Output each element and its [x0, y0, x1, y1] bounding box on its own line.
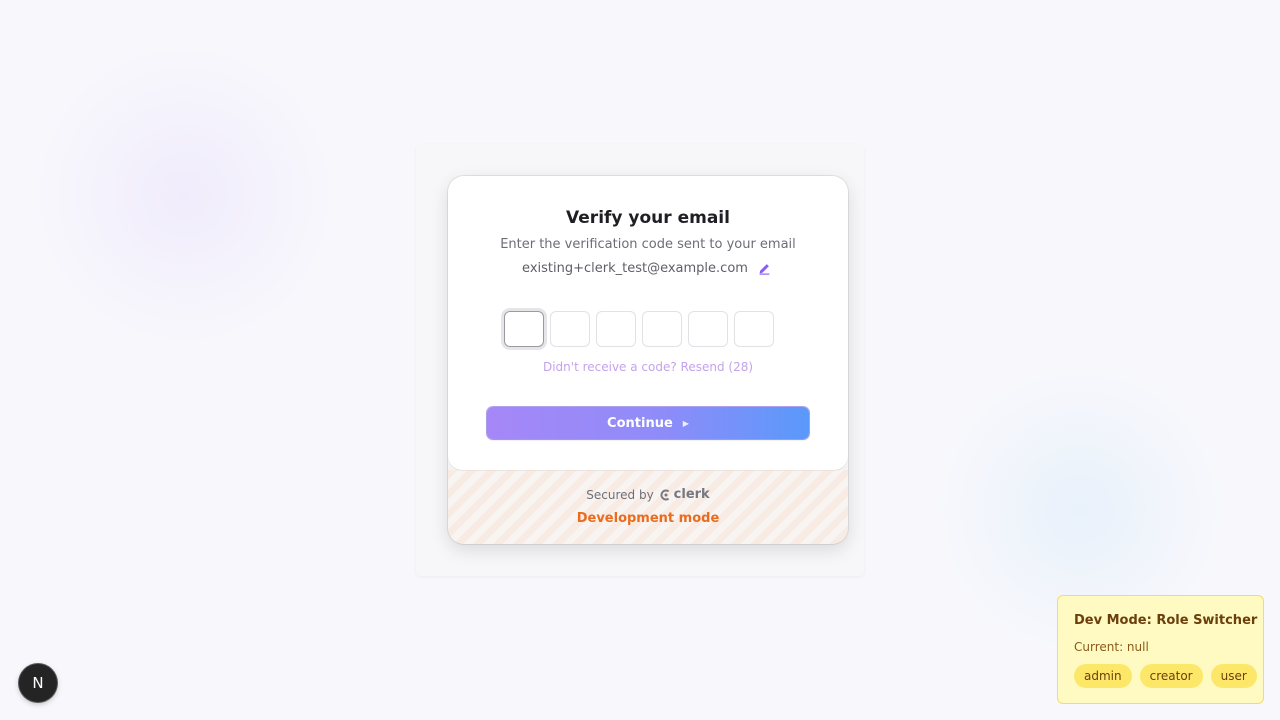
card-subtitle: Enter the verification code sent to your…: [500, 237, 796, 252]
otp-digit-2[interactable]: [550, 311, 590, 347]
continue-label: Continue: [607, 415, 673, 431]
email-identifier: existing+clerk_test@example.com: [448, 259, 848, 277]
secured-by-label: Secured by: [586, 487, 654, 502]
otp-digit-6[interactable]: [734, 311, 774, 347]
continue-button[interactable]: Continue ▶: [487, 407, 809, 439]
clerk-icon: [660, 489, 669, 500]
role-creator-button[interactable]: creator: [1139, 664, 1203, 688]
nextjs-badge-label: N: [32, 674, 44, 692]
development-mode-label: Development mode: [576, 511, 720, 526]
clerk-brand-text: clerk: [673, 487, 710, 502]
otp-input-group: [504, 311, 774, 347]
role-user-button[interactable]: user: [1210, 664, 1257, 688]
otp-digit-3[interactable]: [596, 311, 636, 347]
pencil-icon: [760, 263, 770, 275]
nextjs-dev-badge[interactable]: N: [19, 664, 57, 702]
caret-right-icon: ▶: [682, 418, 689, 428]
card-body: Verify your email Enter the verification…: [448, 176, 848, 470]
otp-digit-1[interactable]: [504, 311, 544, 347]
otp-digit-4[interactable]: [642, 311, 682, 347]
secured-by: Secured by clerk: [448, 487, 848, 502]
edit-email-button[interactable]: [756, 259, 774, 277]
clerk-logo[interactable]: clerk: [660, 487, 710, 502]
role-admin-button[interactable]: admin: [1074, 664, 1132, 688]
otp-digit-5[interactable]: [688, 311, 728, 347]
verify-email-card: Verify your email Enter the verification…: [448, 176, 848, 544]
email-address: existing+clerk_test@example.com: [522, 260, 748, 276]
card-footer: Secured by clerk Development mode: [448, 470, 848, 544]
current-role: Current: null: [1074, 640, 1149, 654]
background-glow: [20, 30, 350, 360]
role-switcher-title: Dev Mode: Role Switcher: [1074, 613, 1258, 628]
role-button-group: admin creator user: [1074, 664, 1257, 688]
resend-code-link[interactable]: Didn't receive a code? Resend (28): [448, 360, 848, 374]
card-title: Verify your email: [566, 208, 730, 228]
role-switcher-panel: Dev Mode: Role Switcher Current: null ad…: [1057, 595, 1264, 704]
